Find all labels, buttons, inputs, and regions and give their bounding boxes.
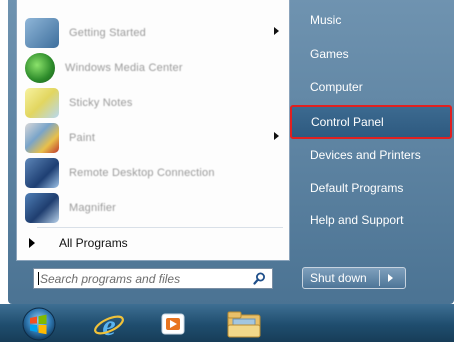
shutdown-divider bbox=[379, 270, 380, 286]
windows-logo-icon[interactable] bbox=[17, 306, 61, 342]
search-icon[interactable] bbox=[253, 272, 266, 285]
getting-started-icon bbox=[25, 18, 59, 48]
media-center-icon bbox=[25, 53, 55, 83]
submenu-arrow-icon[interactable] bbox=[274, 132, 279, 140]
program-label: Getting Started bbox=[69, 27, 146, 39]
program-label: Windows Media Center bbox=[65, 62, 183, 74]
program-label: Magnifier bbox=[69, 202, 117, 214]
program-getting-started[interactable]: Getting Started bbox=[21, 16, 287, 50]
folder-icon[interactable] bbox=[225, 309, 263, 339]
program-windows-media-center[interactable]: Windows Media Center bbox=[21, 51, 287, 85]
program-remote-desktop[interactable]: Remote Desktop Connection bbox=[21, 156, 287, 190]
divider bbox=[37, 227, 283, 228]
program-paint[interactable]: Paint bbox=[21, 121, 287, 155]
sticky-notes-icon bbox=[25, 88, 59, 118]
remote-desktop-icon bbox=[25, 158, 59, 188]
right-item-control-panel[interactable]: Control Panel bbox=[290, 105, 452, 139]
ie-icon[interactable]: e bbox=[92, 309, 126, 339]
expand-arrow-icon bbox=[29, 238, 35, 248]
svg-text:e: e bbox=[102, 309, 115, 339]
right-item-help-and-support[interactable]: Help and Support bbox=[302, 206, 448, 234]
search-placeholder: Search programs and files bbox=[40, 271, 181, 286]
right-item-games[interactable]: Games bbox=[302, 40, 448, 68]
right-item-default-programs[interactable]: Default Programs bbox=[302, 174, 448, 202]
right-item-label: Help and Support bbox=[310, 213, 404, 227]
program-label: Paint bbox=[69, 132, 96, 144]
program-magnifier[interactable]: Magnifier bbox=[21, 191, 287, 225]
shutdown-options-arrow-icon[interactable] bbox=[388, 274, 393, 282]
search-input[interactable]: Search programs and files bbox=[33, 268, 273, 289]
right-item-label: Games bbox=[310, 47, 349, 61]
right-item-devices-and-printers[interactable]: Devices and Printers bbox=[302, 141, 448, 169]
paint-icon bbox=[25, 123, 59, 153]
media-player-icon[interactable] bbox=[158, 309, 188, 339]
programs-panel: Getting Started Windows Media Center Sti… bbox=[16, 0, 290, 261]
right-item-label: Control Panel bbox=[311, 115, 384, 129]
shutdown-button[interactable]: Shut down bbox=[302, 267, 406, 289]
right-item-music[interactable]: Music bbox=[302, 6, 448, 34]
text-cursor bbox=[38, 272, 39, 285]
right-item-label: Music bbox=[310, 13, 342, 27]
right-item-label: Default Programs bbox=[310, 181, 404, 195]
submenu-arrow-icon[interactable] bbox=[274, 27, 279, 35]
right-item-label: Devices and Printers bbox=[310, 148, 421, 162]
shutdown-label: Shut down bbox=[310, 271, 367, 285]
program-label: Remote Desktop Connection bbox=[69, 167, 215, 179]
right-item-label: Computer bbox=[310, 80, 363, 94]
all-programs-label: All Programs bbox=[59, 236, 128, 250]
magnifier-icon bbox=[25, 193, 59, 223]
program-label: Sticky Notes bbox=[69, 97, 133, 109]
program-sticky-notes[interactable]: Sticky Notes bbox=[21, 86, 287, 120]
right-item-computer[interactable]: Computer bbox=[302, 73, 448, 101]
all-programs[interactable]: All Programs bbox=[29, 234, 128, 252]
